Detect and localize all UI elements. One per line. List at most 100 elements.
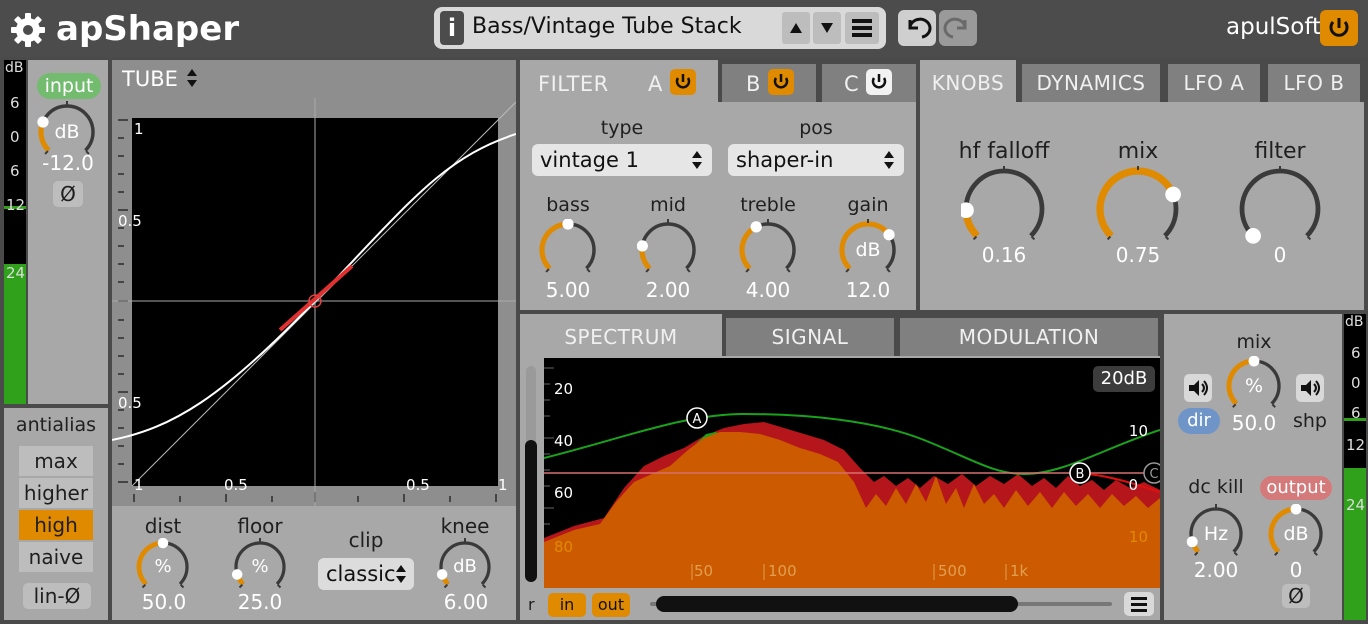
spectrum-display[interactable]: A B C 20 40 60 80 10 0 10 50 100 500 1k xyxy=(544,358,1160,588)
mix-macro-label: mix xyxy=(1117,139,1159,164)
preset-prev-button[interactable] xyxy=(782,12,810,44)
spectrum-zoom-range[interactable] xyxy=(656,596,1018,612)
spectrum-range-badge[interactable]: 20dB xyxy=(1093,366,1155,392)
shaped-speaker-button[interactable] xyxy=(1296,374,1324,402)
knob-graphic xyxy=(539,218,596,273)
floor-knob[interactable]: % xyxy=(231,538,289,596)
mid-knob[interactable] xyxy=(636,219,699,281)
filter-a-power-button[interactable] xyxy=(670,69,696,95)
filter-tab-a-label[interactable]: A xyxy=(648,72,663,96)
gain-value: 12.0 xyxy=(845,278,891,302)
knob-unit: % xyxy=(1244,375,1264,397)
axis-label: 1 xyxy=(134,120,144,138)
input-label[interactable]: input xyxy=(37,73,101,99)
power-icon xyxy=(773,74,789,89)
tab-knobs[interactable]: KNOBS xyxy=(920,71,1016,95)
axis-label: 1 xyxy=(498,476,508,494)
output-mix-knob[interactable]: % xyxy=(1224,355,1284,416)
spectrum-menu-button[interactable] xyxy=(1124,592,1154,616)
dry-speaker-button[interactable] xyxy=(1184,374,1212,402)
spectrum-scale-label: 10 xyxy=(1129,528,1148,546)
antialias-option-higher[interactable]: higher xyxy=(19,478,93,508)
knob-handle[interactable] xyxy=(1245,228,1261,244)
mid-label: mid xyxy=(650,194,686,216)
knob-handle[interactable] xyxy=(958,202,974,219)
undo-button[interactable] xyxy=(898,10,936,46)
treble-knob[interactable] xyxy=(737,219,799,281)
freq-label: 1k xyxy=(1010,562,1029,580)
settings-gear-icon[interactable] xyxy=(10,12,46,48)
meter-tick: 24 xyxy=(6,264,26,282)
meter-tick: 12 xyxy=(6,196,26,214)
knee-knob[interactable]: dB xyxy=(436,538,494,596)
preset-next-button[interactable] xyxy=(813,12,841,44)
hf-falloff-value: 0.16 xyxy=(981,243,1027,267)
app-title: apShaper xyxy=(56,9,240,49)
knob-handle[interactable] xyxy=(1165,186,1181,203)
dc-kill-label: dc kill xyxy=(1188,476,1244,498)
filter-type-select[interactable]: vintage 1 xyxy=(532,144,712,176)
shaper-type-selector[interactable]: TUBE xyxy=(122,67,199,91)
meter-tick: 6 xyxy=(10,162,20,180)
filter-c-power-button[interactable] xyxy=(866,69,892,95)
meter-tick: 24 xyxy=(1346,496,1366,514)
output-meter: dB 6 0 6 12 24 xyxy=(1344,314,1366,620)
spectrum-in-button[interactable]: in xyxy=(548,593,586,617)
filter-pos-select[interactable]: shaper-in xyxy=(728,144,904,176)
dc-kill-knob[interactable]: Hz xyxy=(1186,504,1246,564)
dir-label[interactable]: dir xyxy=(1178,408,1220,434)
sort-arrows-icon xyxy=(884,151,894,169)
clip-select[interactable]: classic xyxy=(318,558,414,590)
knob-handle[interactable] xyxy=(636,240,648,252)
meter-tick: 6 xyxy=(1351,404,1361,422)
preset-info-button[interactable]: i xyxy=(440,11,464,45)
undo-icon xyxy=(908,17,932,39)
output-meter-fill xyxy=(1344,468,1366,620)
knob-handle[interactable] xyxy=(750,221,762,233)
redo-button[interactable] xyxy=(939,10,977,46)
spectrum-range-slider[interactable] xyxy=(525,366,537,582)
input-meter: dB 6 0 6 12 24 xyxy=(4,60,26,404)
redo-icon xyxy=(943,17,967,39)
knob-track xyxy=(1239,168,1321,238)
filter-b-power-button[interactable] xyxy=(768,69,794,95)
linear-phase-button[interactable]: lin-Ø xyxy=(23,583,91,609)
tab-dynamics[interactable]: DYNAMICS xyxy=(1022,64,1160,102)
hamburger-icon xyxy=(852,19,872,37)
mix-macro-knob[interactable] xyxy=(1095,166,1181,252)
knob-handle[interactable] xyxy=(562,218,574,230)
filter-macro-knob[interactable] xyxy=(1237,166,1323,252)
preset-menu-button[interactable] xyxy=(845,12,879,44)
tab-modulation[interactable]: MODULATION xyxy=(900,318,1158,356)
filter-type-label: type xyxy=(600,117,644,139)
hf-falloff-knob[interactable] xyxy=(958,166,1047,252)
tab-signal[interactable]: SIGNAL xyxy=(726,318,894,356)
bypass-power-button[interactable] xyxy=(1320,10,1358,46)
antialias-option-naive[interactable]: naive xyxy=(19,542,93,572)
spectrum-range-thumb[interactable] xyxy=(525,440,537,582)
dist-knob[interactable]: % xyxy=(134,537,192,596)
spectrum-out-button[interactable]: out xyxy=(592,593,630,617)
input-phase-button[interactable]: Ø xyxy=(53,181,83,207)
filter-gain-knob[interactable]: dB xyxy=(837,219,899,281)
antialias-option-high[interactable]: high xyxy=(19,510,93,540)
knob-graphic xyxy=(1096,166,1181,241)
antialias-title: antialias xyxy=(15,414,97,436)
sort-arrows-icon xyxy=(186,69,197,87)
dc-kill-value: 2.00 xyxy=(1193,558,1239,582)
preset-name[interactable]: Bass/Vintage Tube Stack xyxy=(472,14,742,39)
bass-knob[interactable] xyxy=(537,218,599,281)
freq-label: 100 xyxy=(768,562,797,580)
header-bar: apShaper i Bass/Vintage Tube Stack apulS… xyxy=(0,0,1368,57)
antialias-option-max[interactable]: max xyxy=(19,446,93,476)
output-gain-knob[interactable]: dB xyxy=(1266,503,1326,564)
knob-value-arc xyxy=(739,224,758,271)
knob-unit: dB xyxy=(855,239,881,261)
axis-label: 0.5 xyxy=(406,476,430,494)
tab-spectrum[interactable]: SPECTRUM xyxy=(520,325,722,349)
tab-lfo-a[interactable]: LFO A xyxy=(1168,64,1260,102)
output-gain-label[interactable]: output xyxy=(1260,476,1332,500)
shaper-curve-display[interactable]: 1 0.5 0.5 1 0.5 0.5 1 xyxy=(112,98,516,506)
output-phase-button[interactable]: Ø xyxy=(1282,584,1310,608)
tab-lfo-b[interactable]: LFO B xyxy=(1268,64,1360,102)
